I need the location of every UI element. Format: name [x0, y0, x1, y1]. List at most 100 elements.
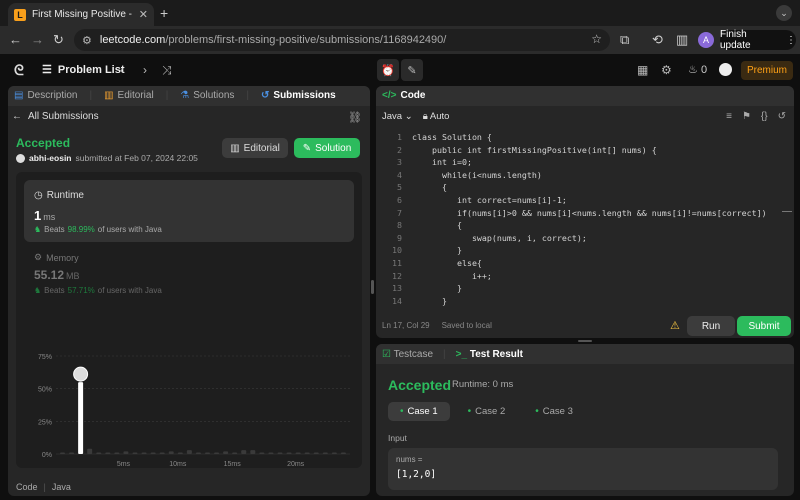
extensions-icon[interactable]: ⧉ — [620, 32, 629, 48]
code-line: 9 swap(nums, i, correct); — [384, 232, 784, 245]
x-tick-label: 5ms — [117, 461, 131, 468]
tab-solutions-label: Solutions — [193, 90, 235, 101]
tab-description[interactable]: ▤ Description — [14, 90, 77, 101]
tab-testcase[interactable]: ☑ Testcase — [382, 349, 433, 360]
horizontal-resize-handle[interactable] — [578, 340, 592, 342]
solution-button[interactable]: ✎ Solution — [294, 138, 360, 158]
line-number: 12 — [392, 270, 402, 281]
chevron-down-icon: ⌄ — [404, 111, 413, 122]
debugger-icon[interactable]: ⚠ — [670, 319, 680, 332]
leetcode-logo-icon[interactable]: ᘓ — [14, 62, 24, 79]
address-bar[interactable]: ⚙ leetcode.com/problems/first-missing-po… — [74, 29, 610, 51]
share-link-icon[interactable]: ⛓ — [348, 111, 362, 124]
distribution-bar — [295, 452, 301, 454]
tab-testcase-label: Testcase — [393, 349, 434, 360]
extension-puzzle-icon[interactable]: ⟲ — [652, 32, 663, 48]
tab-search-icon[interactable]: ⌄ — [776, 5, 792, 21]
code-lines[interactable]: 1 class Solution { 2 public int firstMiss… — [384, 131, 784, 307]
submitter-line: abhi-eosin submitted at Feb 07, 2024 22:… — [16, 153, 198, 163]
case-1-label: Case 1 — [407, 406, 438, 417]
problem-list-button[interactable]: ☰ Problem List — [42, 63, 125, 77]
book-icon: ▥ — [230, 142, 240, 154]
submission-panel: ▤ Description | ▥ Editorial | ⚗ Solutions |… — [8, 86, 370, 496]
reset-icon[interactable]: ↺ — [778, 111, 786, 122]
tab-solutions[interactable]: ⚗ Solutions — [180, 90, 234, 101]
code-line: 1 class Solution { — [384, 131, 784, 144]
format-icon[interactable]: ≡ — [726, 111, 732, 122]
profile-avatar[interactable]: A — [698, 32, 714, 48]
distribution-bar — [141, 452, 147, 454]
bookmark-star-icon[interactable]: ☆ — [591, 32, 602, 46]
distribution-bar — [132, 452, 138, 454]
premium-button[interactable]: Premium — [741, 61, 793, 80]
settings-gear-icon[interactable]: ⚙ — [661, 63, 672, 77]
back-arrow-icon[interactable]: ← — [9, 32, 22, 48]
submit-button[interactable]: Submit — [737, 316, 791, 336]
braces-icon[interactable]: {} — [761, 111, 768, 122]
language-select[interactable]: Java ⌄ — [382, 111, 413, 122]
distribution-bar — [87, 448, 93, 454]
tab-test-result[interactable]: >_ Test Result — [456, 349, 523, 360]
list-icon: ☰ — [42, 64, 52, 76]
line-code: swap(nums, i, correct); — [412, 232, 587, 243]
code-line: 4 while(i<nums.length) — [384, 169, 784, 182]
runtime-beats-label: Beats — [44, 225, 65, 234]
runtime-distribution-chart[interactable]: 75%50%25%0%5ms10ms15ms20ms5ms10ms15ms20m… — [16, 308, 362, 468]
line-number: 1 — [397, 132, 402, 142]
distribution-bar — [304, 452, 310, 454]
case-tab-2[interactable]: • Case 2 — [456, 402, 518, 421]
distribution-bar — [60, 452, 65, 454]
result-status: Accepted — [388, 377, 452, 393]
line-number: 2 — [397, 144, 402, 155]
run-button[interactable]: Run — [687, 316, 735, 336]
new-tab-icon[interactable]: + — [160, 5, 168, 21]
memory-beats-pct: 57.71% — [67, 286, 95, 295]
line-code: { — [412, 220, 462, 231]
vertical-resize-handle[interactable] — [371, 280, 374, 294]
auto-mode-toggle[interactable]: 🔒︎ Auto — [423, 111, 450, 122]
all-submissions-link[interactable]: ← All Submissions — [12, 111, 99, 122]
side-panel-icon[interactable]: ▥ — [676, 32, 688, 48]
close-tab-icon[interactable]: ✕ — [139, 8, 148, 21]
pass-dot-icon: • — [400, 406, 404, 417]
x-tick-label: 10ms — [169, 461, 187, 468]
memory-beats: ♞ Beats 57.71% of users with Java — [34, 286, 162, 295]
line-number: 7 — [397, 207, 402, 218]
line-code: public int firstMissingPositive(int[] nu… — [412, 144, 657, 155]
prev-problem-icon[interactable]: ‹ — [120, 63, 124, 77]
runtime-card[interactable]: ◷ Runtime 1 ms ♞ Beats 98.99% of users wi… — [24, 180, 354, 242]
distribution-bar — [250, 450, 256, 454]
finish-update-button[interactable]: Finish update ⋮ — [720, 29, 796, 51]
memory-card[interactable]: ⚙ Memory 55.12 MB ♞ Beats 57.71% of users… — [24, 252, 354, 304]
runtime-beats-pct: 98.99% — [67, 225, 95, 234]
reload-icon[interactable]: ↻ — [53, 32, 64, 48]
y-tick-label: 50% — [38, 387, 52, 394]
notes-icon[interactable]: ✎ — [401, 59, 423, 81]
forward-arrow-icon[interactable]: → — [31, 32, 44, 48]
history-icon: ↺ — [261, 90, 270, 101]
editorial-button[interactable]: ▥ Editorial — [222, 138, 288, 158]
timer-icon[interactable]: ⏰ — [377, 59, 399, 81]
terminal-icon: >_ — [455, 349, 468, 360]
case-tab-1[interactable]: • Case 1 — [388, 402, 450, 421]
next-problem-icon[interactable]: › — [143, 63, 147, 77]
line-code: else{ — [412, 257, 482, 268]
url-text: leetcode.com/problems/first-missing-posi… — [99, 34, 447, 46]
book-icon: ▥ — [104, 90, 114, 101]
layout-icon[interactable]: ▦ — [637, 63, 648, 77]
streak-counter[interactable]: ♨ 0 — [688, 63, 707, 76]
user-avatar[interactable] — [719, 63, 732, 76]
minimap-marker — [782, 211, 792, 212]
distribution-bar — [340, 452, 346, 454]
line-number: 11 — [392, 257, 402, 268]
y-tick-label: 0% — [42, 452, 52, 459]
tab-submissions[interactable]: ↺ Submissions — [261, 90, 336, 101]
site-info-icon[interactable]: ⚙ — [82, 34, 92, 47]
shuffle-icon[interactable]: ⤨ — [162, 63, 172, 78]
bookmark-icon[interactable]: ⚑ — [742, 111, 751, 122]
tab-editorial[interactable]: ▥ Editorial — [104, 90, 154, 101]
case-tab-3[interactable]: • Case 3 — [523, 402, 585, 421]
submitter-name[interactable]: abhi-eosin — [29, 153, 72, 163]
browser-tab[interactable]: L First Missing Positive - LeetC ✕ — [8, 3, 154, 26]
code-line: 10 } — [384, 244, 784, 257]
